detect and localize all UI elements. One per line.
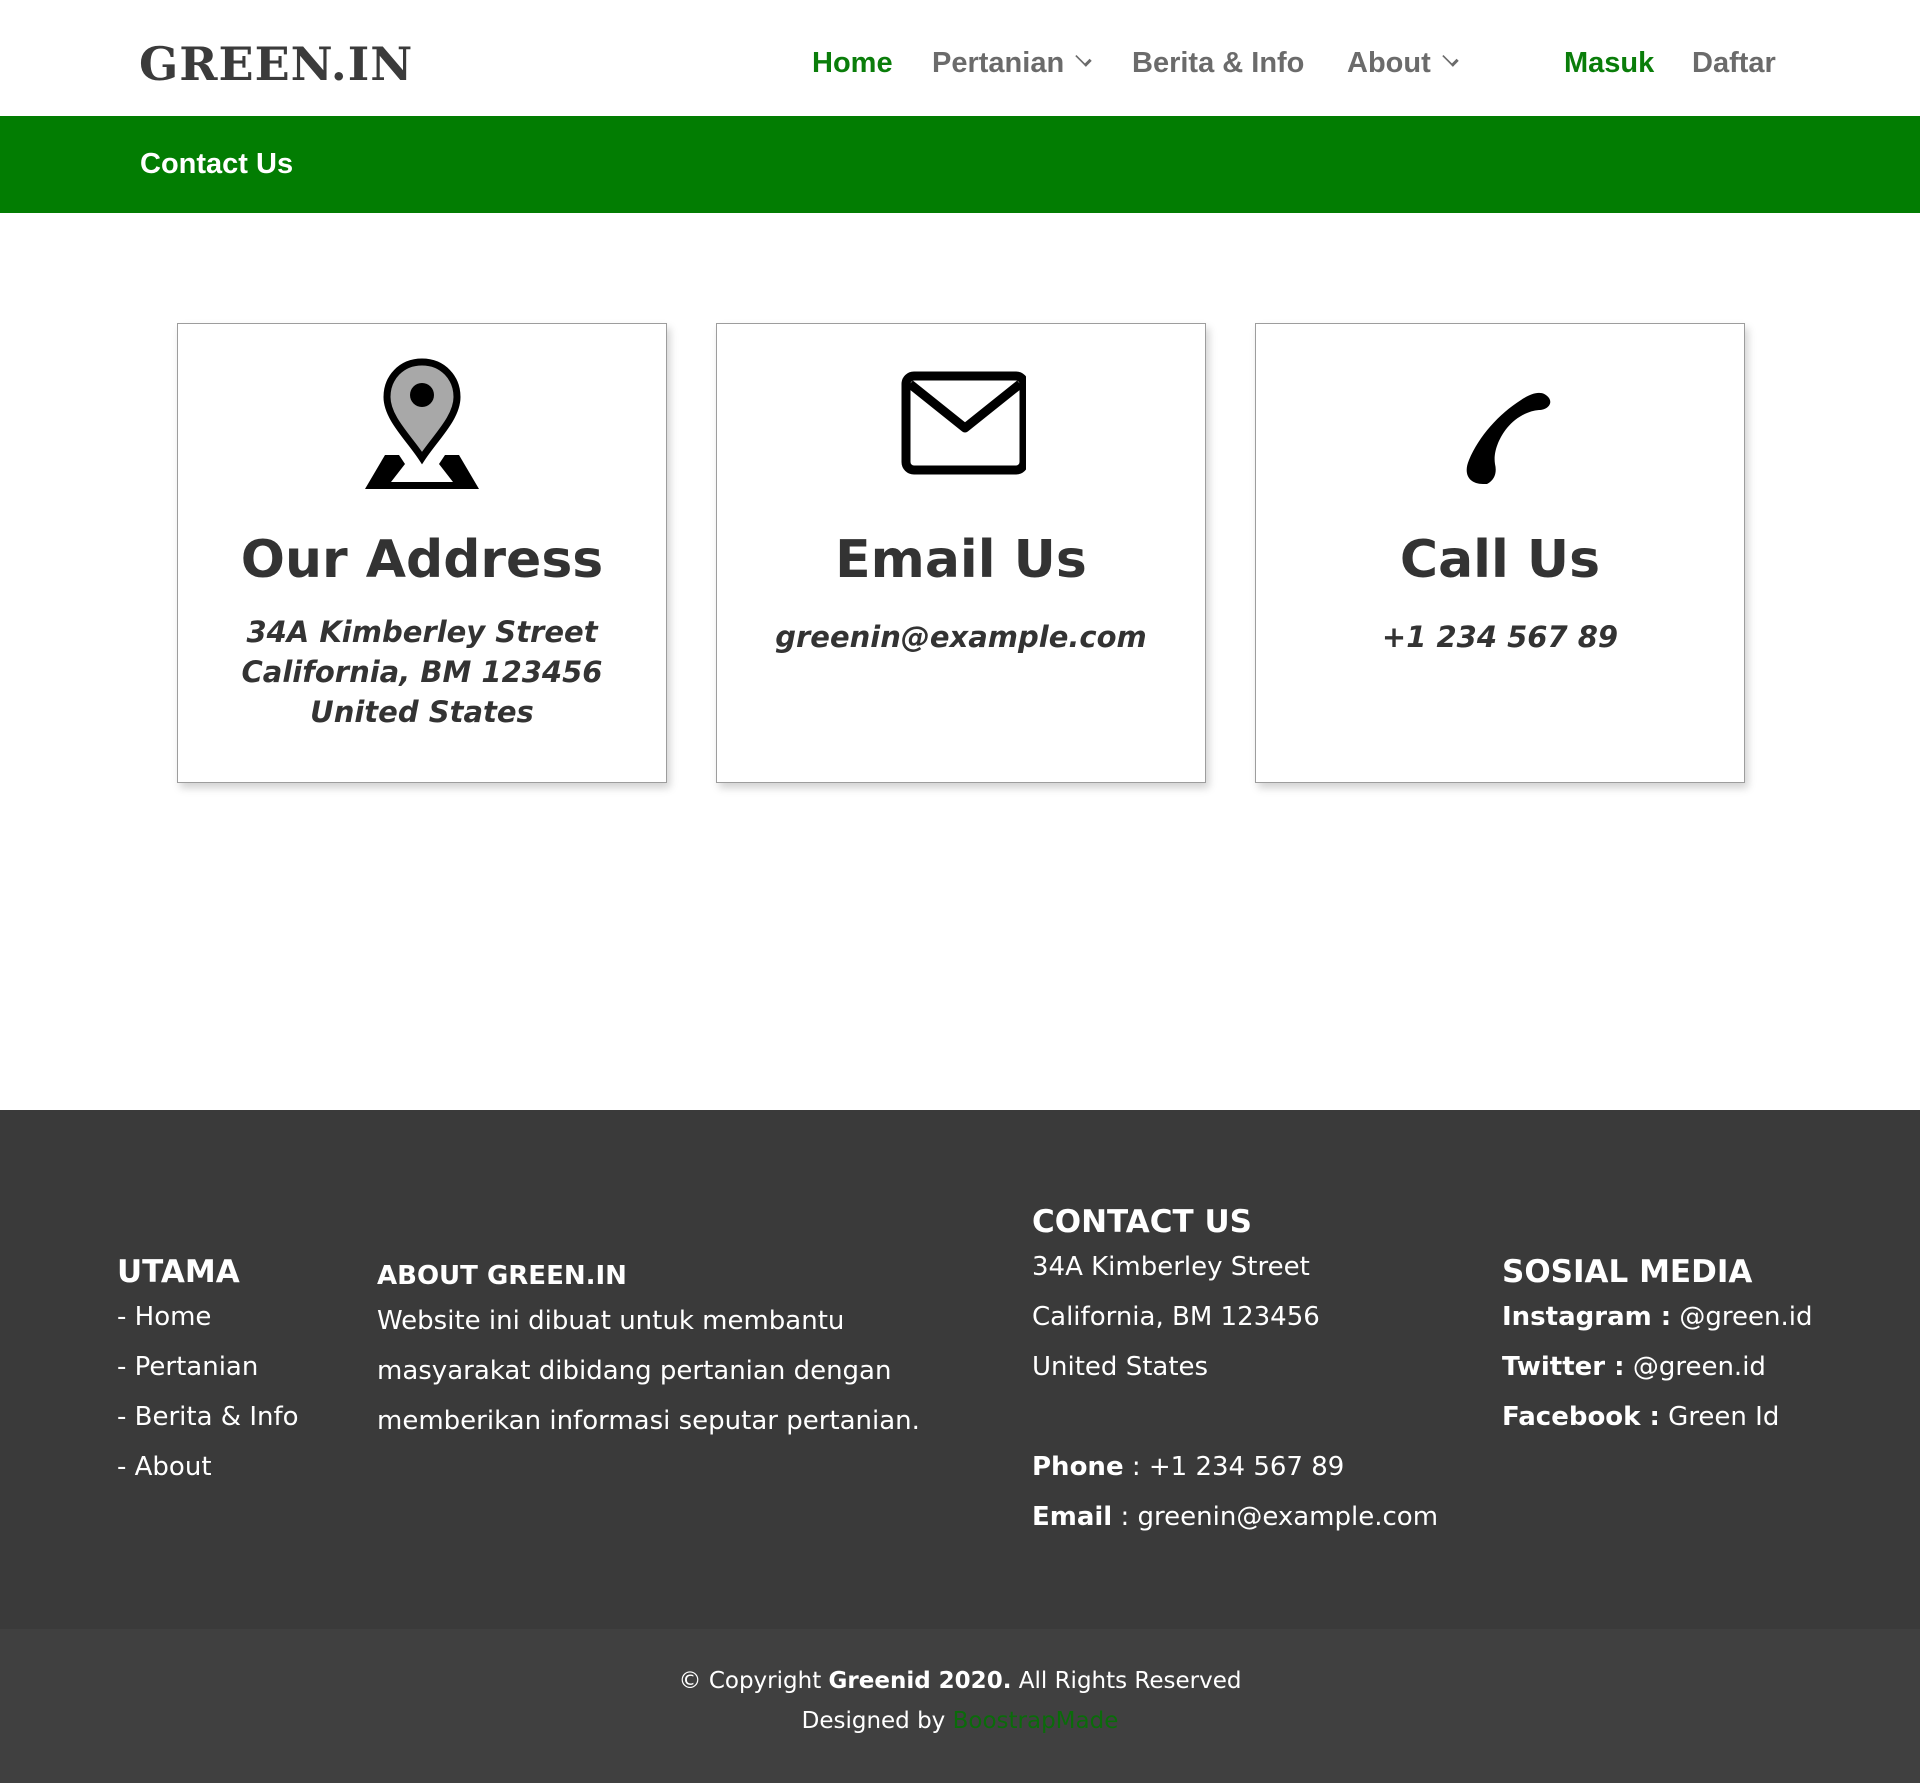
designed-by-label: Designed by [801, 1708, 953, 1734]
phone-text[interactable]: +1 234 567 89 [1256, 617, 1744, 657]
social-value: @green.id [1624, 1352, 1766, 1382]
footer-address-line: California, BM 123456 [1032, 1302, 1320, 1332]
nav-item-label: About [1347, 47, 1431, 79]
designer-link[interactable]: BoostrapMade [953, 1708, 1119, 1734]
footer-link-home[interactable]: - Home [117, 1292, 299, 1342]
nav-item-label: Berita & Info [1132, 47, 1305, 79]
copyright-brand: Greenid 2020. [828, 1668, 1012, 1694]
footer-about-text: Website ini dibuat untuk membantu [377, 1306, 845, 1336]
footer-utama: UTAMA - Home - Pertanian - Berita & Info… [117, 1252, 299, 1492]
social-value: Green Id [1659, 1402, 1780, 1432]
site-logo[interactable]: GREEN.IN [139, 36, 413, 92]
copyright-suffix: All Rights Reserved [1011, 1668, 1242, 1694]
card-title: Email Us [835, 530, 1087, 590]
card-text: greenin@example.com [717, 617, 1205, 657]
footer-heading: ABOUT GREEN.IN [377, 1261, 627, 1291]
address-line: 34A Kimberley Street [246, 615, 598, 649]
page-banner: Contact Us [0, 116, 1920, 213]
social-value: @green.id [1671, 1302, 1813, 1332]
footer-phone: Phone : +1 234 567 89 [1032, 1442, 1438, 1492]
social-facebook[interactable]: Facebook : Green Id [1502, 1392, 1813, 1442]
address-card: Our Address 34A Kimberley Street Califor… [177, 323, 667, 783]
nav-item-label: Pertanian [932, 47, 1065, 79]
footer-email: Email : greenin@example.com [1032, 1492, 1438, 1542]
footer-email-label: Email [1032, 1502, 1113, 1532]
email-card: Email Us greenin@example.com [716, 323, 1206, 783]
footer-address-line: 34A Kimberley Street [1032, 1252, 1310, 1282]
page-title: Contact Us [140, 148, 294, 180]
email-text[interactable]: greenin@example.com [717, 617, 1205, 657]
nav-item-home[interactable]: Home [812, 43, 893, 83]
copyright-text: © Copyright Greenid 2020. All Rights Res… [0, 1665, 1920, 1697]
footer-link-pertanian[interactable]: - Pertanian [117, 1342, 299, 1392]
footer-heading: CONTACT US [1032, 1204, 1252, 1240]
footer-address-line: United States [1032, 1352, 1209, 1382]
map-marker-icon [178, 354, 666, 494]
card-text: 34A Kimberley Street California, BM 1234… [178, 612, 666, 732]
footer-about: ABOUT GREEN.IN Website ini dibuat untuk … [377, 1256, 920, 1446]
footer-heading: SOSIAL MEDIA [1502, 1254, 1753, 1290]
footer-phone-label: Phone [1032, 1452, 1124, 1482]
footer-contact: CONTACT US 34A Kimberley Street Californ… [1032, 1202, 1438, 1542]
phone-icon [1256, 354, 1744, 494]
footer-about-text: masyarakat dibidang pertanian dengan [377, 1356, 892, 1386]
footer-social: SOSIAL MEDIA Instagram : @green.id Twitt… [1502, 1252, 1813, 1442]
chevron-down-icon [1075, 50, 1092, 67]
nav-item-pertanian[interactable]: Pertanian [932, 43, 1092, 83]
social-label: Facebook : [1502, 1402, 1660, 1432]
site-footer: UTAMA - Home - Pertanian - Berita & Info… [0, 1110, 1920, 1629]
social-twitter[interactable]: Twitter : @green.id [1502, 1342, 1813, 1392]
card-title: Call Us [1399, 530, 1601, 590]
footer-heading: UTAMA [117, 1254, 240, 1290]
copyright-prefix: © Copyright [678, 1668, 829, 1694]
nav-item-label: Home [812, 47, 893, 79]
nav-item-about[interactable]: About [1347, 43, 1459, 83]
footer-link-about[interactable]: - About [117, 1442, 299, 1492]
address-line: California, BM 123456 [241, 655, 603, 689]
social-label: Instagram : [1502, 1302, 1672, 1332]
card-text: +1 234 567 89 [1256, 617, 1744, 657]
footer-link-berita-info[interactable]: - Berita & Info [117, 1392, 299, 1442]
card-title: Our Address [240, 530, 604, 590]
envelope-icon [717, 354, 1205, 494]
copyright-bar: © Copyright Greenid 2020. All Rights Res… [0, 1629, 1920, 1783]
footer-email-value: : greenin@example.com [1112, 1502, 1439, 1532]
footer-phone-value: : +1 234 567 89 [1123, 1452, 1345, 1482]
footer-about-text: memberikan informasi seputar pertanian. [377, 1406, 920, 1436]
designer-credit: Designed by BoostrapMade [0, 1705, 1920, 1737]
login-link[interactable]: Masuk [1564, 43, 1654, 83]
call-card: Call Us +1 234 567 89 [1255, 323, 1745, 783]
nav-item-berita-info[interactable]: Berita & Info [1132, 43, 1304, 83]
social-instagram[interactable]: Instagram : @green.id [1502, 1292, 1813, 1342]
footer-spacer [1032, 1392, 1438, 1442]
chevron-down-icon [1442, 50, 1459, 67]
register-link[interactable]: Daftar [1692, 43, 1776, 83]
site-header: GREEN.IN Home Pertanian Berita & Info Ab… [0, 0, 1920, 117]
social-label: Twitter : [1502, 1352, 1625, 1382]
address-line: United States [310, 695, 534, 729]
